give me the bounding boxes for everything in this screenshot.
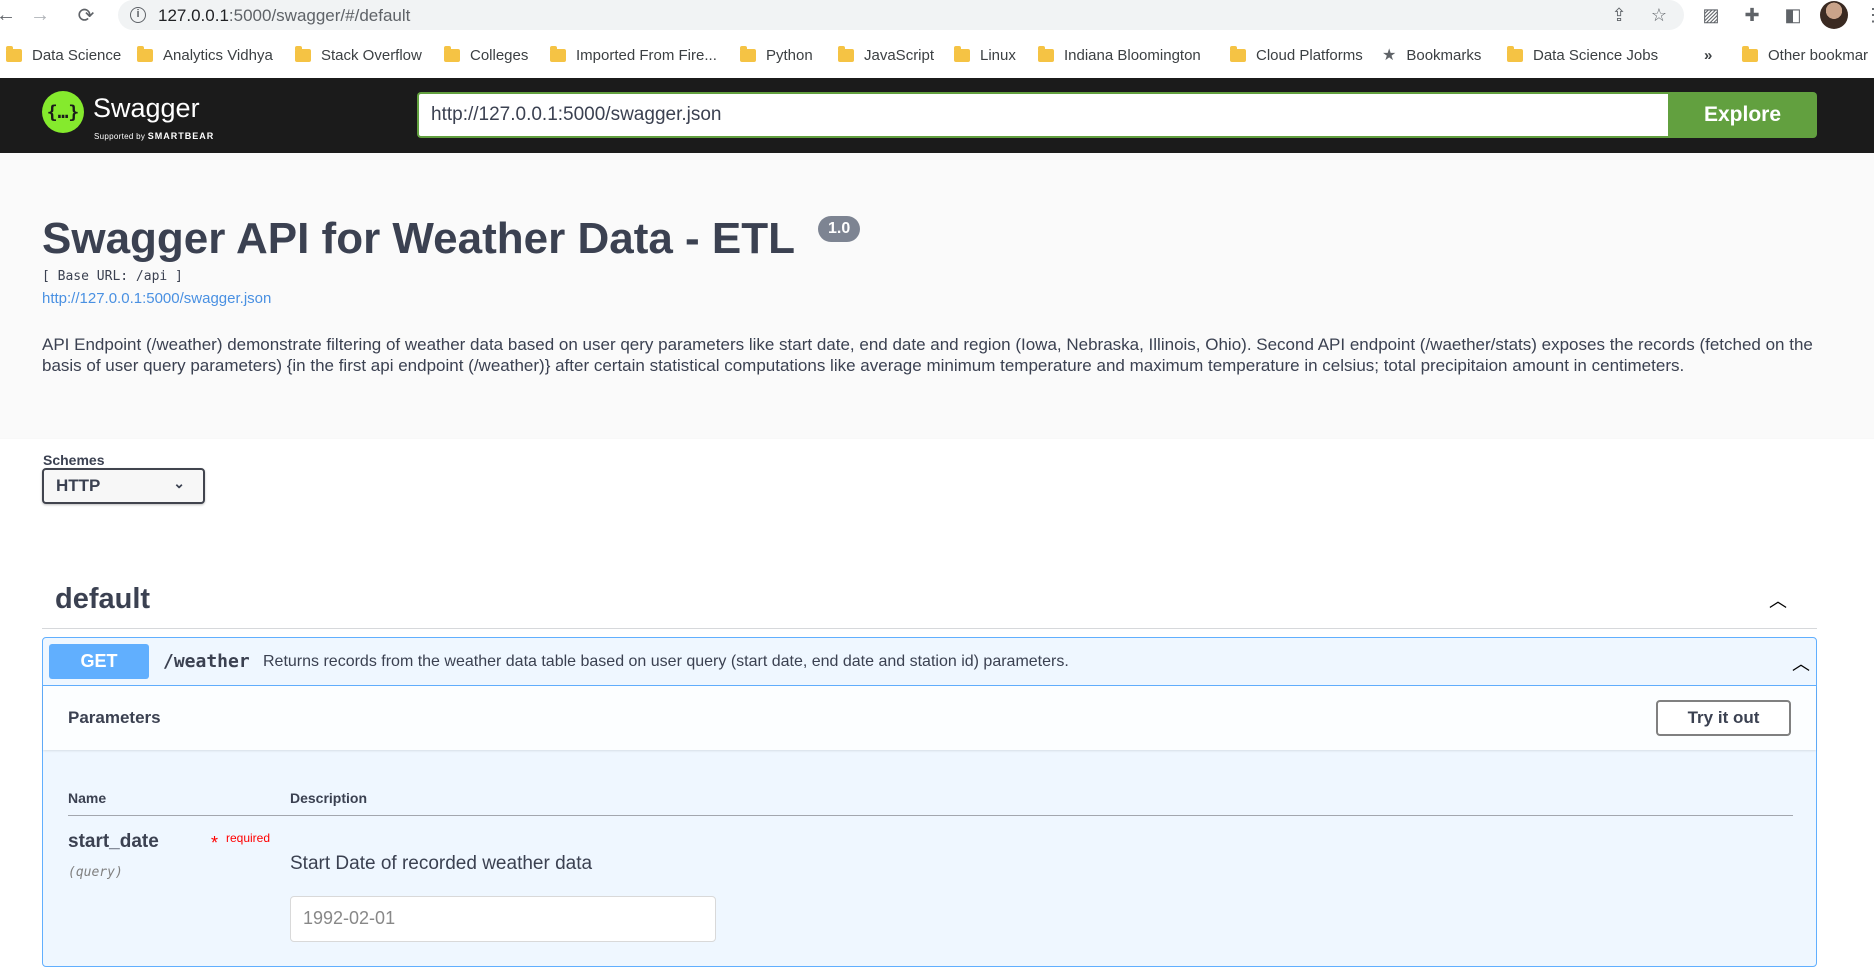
api-info: Swagger API for Weather Data - ETL 1.0 […	[0, 153, 1874, 439]
chevron-up-icon[interactable]: ︿	[1792, 650, 1810, 676]
api-description: API Endpoint (/weather) demonstrate filt…	[42, 335, 1813, 375]
parameters-header: Parameters Try it out	[43, 686, 1816, 750]
address-bar[interactable]: i 127.0.0.1:5000/swagger/#/default ⇪ ☆	[118, 0, 1684, 30]
schemes-selected-value: HTTP	[56, 476, 101, 495]
folder-icon	[1507, 45, 1523, 62]
version-badge: 1.0	[818, 216, 861, 242]
bookmark-item[interactable]: Stack Overflow	[295, 44, 422, 66]
puzzle-extensions-icon[interactable]: ✚	[1741, 4, 1763, 26]
param-location: (query)	[68, 865, 123, 880]
bookmark-item[interactable]: Linux	[954, 44, 1016, 66]
method-badge: GET	[49, 644, 149, 679]
operation-path: /weather	[163, 651, 250, 672]
side-panel-icon[interactable]: ◧	[1782, 4, 1804, 26]
bookmark-item[interactable]: Indiana Bloomington	[1038, 44, 1201, 66]
bookmarks-bar: Data Science Analytics Vidhya Stack Over…	[0, 38, 1874, 70]
column-header-name: Name	[68, 790, 107, 806]
operation-description: Returns records from the weather data ta…	[263, 653, 1069, 670]
bookmark-item[interactable]: Cloud Platforms	[1230, 44, 1363, 66]
bookmark-star-icon[interactable]: ☆	[1648, 4, 1670, 26]
tag-section-header[interactable]: default ︿	[42, 573, 1817, 629]
folder-icon	[550, 45, 566, 62]
api-title: Swagger API for Weather Data - ETL	[42, 214, 796, 263]
site-info-icon[interactable]: i	[130, 7, 146, 23]
try-it-out-button[interactable]: Try it out	[1656, 700, 1791, 736]
reload-icon[interactable]: ⟳	[74, 3, 98, 27]
forward-arrow-icon[interactable]: →	[28, 3, 52, 27]
chevron-down-icon: ⌄	[173, 475, 185, 491]
bookmark-item[interactable]: Imported From Fire...	[550, 44, 717, 66]
swagger-logo-text[interactable]: Swagger	[93, 93, 200, 124]
schemes-container: Schemes HTTP ⌄	[0, 439, 1874, 543]
bookmark-item[interactable]: Data Science Jobs	[1507, 44, 1658, 66]
swagger-topbar: {…} Swagger Supported by SMARTBEAR http:…	[0, 78, 1874, 153]
param-required-star: *	[211, 833, 219, 853]
start-date-input[interactable]: 1992-02-01	[290, 896, 716, 942]
spec-link[interactable]: http://127.0.0.1:5000/swagger.json	[42, 290, 271, 307]
folder-icon	[1742, 45, 1758, 62]
folder-icon	[6, 45, 22, 62]
tag-title: default	[55, 583, 151, 615]
bookmark-item[interactable]: ★ Bookmarks	[1382, 44, 1481, 66]
swagger-logo-subtext: Supported by SMARTBEAR	[94, 131, 215, 141]
share-icon[interactable]: ⇪	[1608, 4, 1630, 26]
operation-summary[interactable]: GET /weather Returns records from the we…	[43, 638, 1816, 686]
bookmark-item[interactable]: Colleges	[444, 44, 528, 66]
folder-icon	[954, 45, 970, 62]
table-divider	[68, 815, 1793, 816]
bookmark-item[interactable]: Analytics Vidhya	[137, 44, 273, 66]
address-text[interactable]: 127.0.0.1:5000/swagger/#/default	[158, 6, 410, 26]
folder-icon	[740, 45, 756, 62]
column-header-description: Description	[290, 790, 368, 806]
schemes-select[interactable]: HTTP ⌄	[42, 468, 205, 504]
param-name: start_date	[68, 831, 159, 852]
param-required-label: required	[226, 831, 271, 845]
schemes-label: Schemes	[43, 452, 105, 468]
back-arrow-icon[interactable]: ←	[0, 3, 18, 27]
swagger-logo-icon[interactable]: {…}	[42, 91, 84, 133]
param-description: Start Date of recorded weather data	[290, 853, 593, 874]
spec-url-input[interactable]: http://127.0.0.1:5000/swagger.json	[417, 92, 1669, 138]
other-bookmarks[interactable]: Other bookmar	[1742, 44, 1868, 66]
bookmarks-overflow-button[interactable]: »	[1704, 44, 1712, 66]
bookmark-item[interactable]: JavaScript	[838, 44, 934, 66]
parameters-title: Parameters	[68, 708, 161, 727]
browser-toolbar: ← → ⟳ i 127.0.0.1:5000/swagger/#/default…	[0, 0, 1874, 30]
bookmark-item[interactable]: Python	[740, 44, 813, 66]
folder-icon	[838, 45, 854, 62]
folder-icon	[295, 45, 311, 62]
chevron-up-icon[interactable]: ︿	[1769, 587, 1787, 613]
operation-get-weather: GET /weather Returns records from the we…	[42, 637, 1817, 967]
menu-kebab-icon[interactable]: ⋮	[1862, 4, 1874, 26]
base-url: [ Base URL: /api ]	[42, 269, 183, 284]
operations-section: default ︿ GET /weather Returns records f…	[0, 543, 1874, 967]
folder-icon	[137, 45, 153, 62]
star-icon: ★	[1382, 47, 1397, 64]
bookmark-item[interactable]: Data Science	[6, 44, 121, 66]
explore-button[interactable]: Explore	[1668, 92, 1817, 138]
extension-icon[interactable]: ▨	[1700, 4, 1722, 26]
profile-avatar[interactable]	[1820, 1, 1848, 29]
folder-icon	[444, 45, 460, 62]
folder-icon	[1038, 45, 1054, 62]
folder-icon	[1230, 45, 1246, 62]
